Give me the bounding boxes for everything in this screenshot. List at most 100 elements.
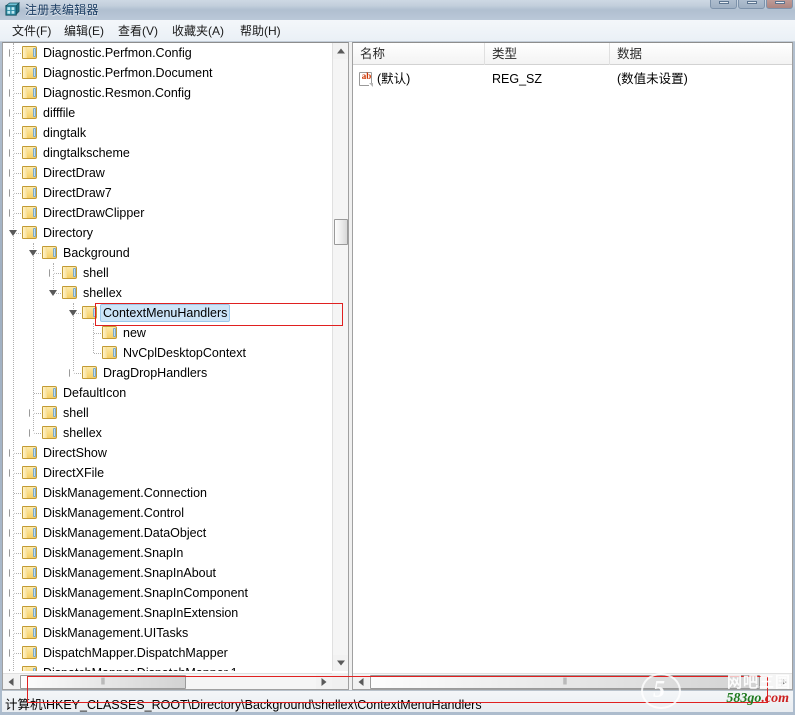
tree-item-diskmanagement-snapin[interactable]: DiskManagement.SnapIn: [3, 543, 332, 563]
tree-item-shellex[interactable]: shellex: [3, 283, 332, 303]
tree-item-label: Diagnostic.Resmon.Config: [40, 84, 194, 102]
expand-triangle-icon[interactable]: [9, 669, 15, 671]
tree-item-diagnostic-perfmon-document[interactable]: Diagnostic.Perfmon.Document: [3, 63, 332, 83]
tree-item-diskmanagement-snapinextension[interactable]: DiskManagement.SnapInExtension: [3, 603, 332, 623]
menu-file[interactable]: 文件(F): [6, 22, 57, 40]
tree-item-diskmanagement-snapinabout[interactable]: DiskManagement.SnapInAbout: [3, 563, 332, 583]
tree-item-label: DispatchMapper.DispatchMapper.1: [40, 664, 241, 671]
folder-icon: [22, 226, 37, 239]
list-scroll-right-button[interactable]: [776, 674, 792, 690]
tree-item-label: DiskManagement.SnapInAbout: [40, 564, 219, 582]
expand-triangle-icon[interactable]: [9, 529, 15, 537]
collapse-triangle-icon[interactable]: [69, 310, 77, 316]
menu-favorites[interactable]: 收藏夹(A): [166, 22, 230, 40]
expand-triangle-icon[interactable]: [9, 109, 15, 117]
folder-icon: [22, 146, 37, 159]
tree-scroll-left-button[interactable]: [3, 674, 19, 690]
tree-item-difffile[interactable]: difffile: [3, 103, 332, 123]
tree-item-dingtalk[interactable]: dingtalk: [3, 123, 332, 143]
chevron-left-icon: [359, 678, 364, 686]
expand-triangle-icon[interactable]: [9, 169, 15, 177]
tree-item-diskmanagement-snapincomponent[interactable]: DiskManagement.SnapInComponent: [3, 583, 332, 603]
expand-triangle-icon[interactable]: [9, 69, 15, 77]
column-header-data[interactable]: 数据: [610, 43, 793, 65]
tree-scroll-up-button[interactable]: [333, 43, 349, 59]
table-row[interactable]: (默认) REG_SZ (数值未设置): [353, 69, 793, 89]
tree-item-defaulticon[interactable]: DefaultIcon: [3, 383, 332, 403]
expand-triangle-icon[interactable]: [9, 149, 15, 157]
tree-item-directdrawclipper[interactable]: DirectDrawClipper: [3, 203, 332, 223]
folder-icon: [42, 406, 57, 419]
column-header-type[interactable]: 类型: [485, 43, 610, 65]
registry-tree[interactable]: Diagnostic.Perfmon.ConfigDiagnostic.Perf…: [3, 43, 332, 671]
tree-item-diagnostic-perfmon-config[interactable]: Diagnostic.Perfmon.Config: [3, 43, 332, 63]
column-header-name[interactable]: 名称: [353, 43, 485, 65]
tree-item-dingtalkscheme[interactable]: dingtalkscheme: [3, 143, 332, 163]
tree-vertical-scrollbar[interactable]: [332, 43, 348, 671]
close-button[interactable]: [766, 0, 793, 9]
tree-item-directdraw7[interactable]: DirectDraw7: [3, 183, 332, 203]
expand-triangle-icon[interactable]: [9, 189, 15, 197]
tree-item-diskmanagement-uitasks[interactable]: DiskManagement.UITasks: [3, 623, 332, 643]
tree-item-diagnostic-resmon-config[interactable]: Diagnostic.Resmon.Config: [3, 83, 332, 103]
expand-triangle-icon[interactable]: [29, 409, 35, 417]
tree-item-directdraw[interactable]: DirectDraw: [3, 163, 332, 183]
tree-item-dispatchmapper-dispatchmapper-1[interactable]: DispatchMapper.DispatchMapper.1: [3, 663, 332, 671]
expand-triangle-icon[interactable]: [9, 129, 15, 137]
list-horizontal-scrollbar-thumb[interactable]: ⦀: [370, 675, 760, 689]
tree-item-contextmenuhandlers[interactable]: ContextMenuHandlers: [3, 303, 332, 323]
client-area: Diagnostic.Perfmon.ConfigDiagnostic.Perf…: [2, 42, 793, 690]
expand-triangle-icon[interactable]: [9, 549, 15, 557]
tree-item-diskmanagement-control[interactable]: DiskManagement.Control: [3, 503, 332, 523]
expand-triangle-icon[interactable]: [69, 369, 75, 377]
collapse-triangle-icon[interactable]: [49, 290, 57, 296]
tree-item-label: dingtalk: [40, 124, 89, 142]
tree-item-background[interactable]: Background: [3, 243, 332, 263]
chevron-left-icon: [9, 678, 14, 686]
expand-triangle-icon[interactable]: [9, 589, 15, 597]
maximize-button[interactable]: [738, 0, 765, 9]
expand-triangle-icon[interactable]: [49, 269, 55, 277]
folder-icon: [22, 626, 37, 639]
collapse-triangle-icon[interactable]: [29, 250, 37, 256]
menu-view[interactable]: 查看(V): [112, 22, 164, 40]
value-type: REG_SZ: [492, 69, 542, 89]
expand-triangle-icon[interactable]: [9, 629, 15, 637]
expand-triangle-icon[interactable]: [9, 49, 15, 57]
expand-triangle-icon[interactable]: [9, 89, 15, 97]
tree-horizontal-scrollbar[interactable]: ⦀: [3, 673, 332, 689]
expand-triangle-icon[interactable]: [9, 569, 15, 577]
expand-triangle-icon[interactable]: [9, 509, 15, 517]
collapse-triangle-icon[interactable]: [9, 230, 17, 236]
folder-icon: [22, 66, 37, 79]
tree-item-shell[interactable]: shell: [3, 263, 332, 283]
expand-triangle-icon[interactable]: [9, 469, 15, 477]
tree-item-label: DiskManagement.Control: [40, 504, 187, 522]
list-scroll-left-button[interactable]: [353, 674, 369, 690]
minimize-button[interactable]: [710, 0, 737, 9]
tree-item-label: shell: [80, 264, 112, 282]
expand-triangle-icon[interactable]: [29, 429, 35, 437]
tree-vertical-scrollbar-thumb[interactable]: [334, 219, 348, 245]
tree-scroll-down-button[interactable]: [333, 655, 349, 671]
tree-horizontal-scrollbar-thumb[interactable]: ⦀: [20, 675, 186, 689]
menu-edit[interactable]: 编辑(E): [58, 22, 110, 40]
tree-item-directory[interactable]: Directory: [3, 223, 332, 243]
tree-item-diskmanagement-dataobject[interactable]: DiskManagement.DataObject: [3, 523, 332, 543]
tree-item-dragdrophandlers[interactable]: DragDropHandlers: [3, 363, 332, 383]
tree-item-new[interactable]: new: [3, 323, 332, 343]
tree-item-nvcpldesktopcontext[interactable]: NvCplDesktopContext: [3, 343, 332, 363]
tree-item-diskmanagement-connection[interactable]: DiskManagement.Connection: [3, 483, 332, 503]
expand-triangle-icon[interactable]: [9, 649, 15, 657]
list-horizontal-scrollbar[interactable]: ⦀: [353, 673, 792, 689]
tree-item-shell[interactable]: shell: [3, 403, 332, 423]
tree-scroll-right-button[interactable]: [316, 674, 332, 690]
expand-triangle-icon[interactable]: [9, 449, 15, 457]
tree-item-directshow[interactable]: DirectShow: [3, 443, 332, 463]
tree-item-dispatchmapper-dispatchmapper[interactable]: DispatchMapper.DispatchMapper: [3, 643, 332, 663]
expand-triangle-icon[interactable]: [9, 209, 15, 217]
tree-item-shellex[interactable]: shellex: [3, 423, 332, 443]
tree-item-directxfile[interactable]: DirectXFile: [3, 463, 332, 483]
menu-help[interactable]: 帮助(H): [234, 22, 287, 40]
expand-triangle-icon[interactable]: [9, 609, 15, 617]
